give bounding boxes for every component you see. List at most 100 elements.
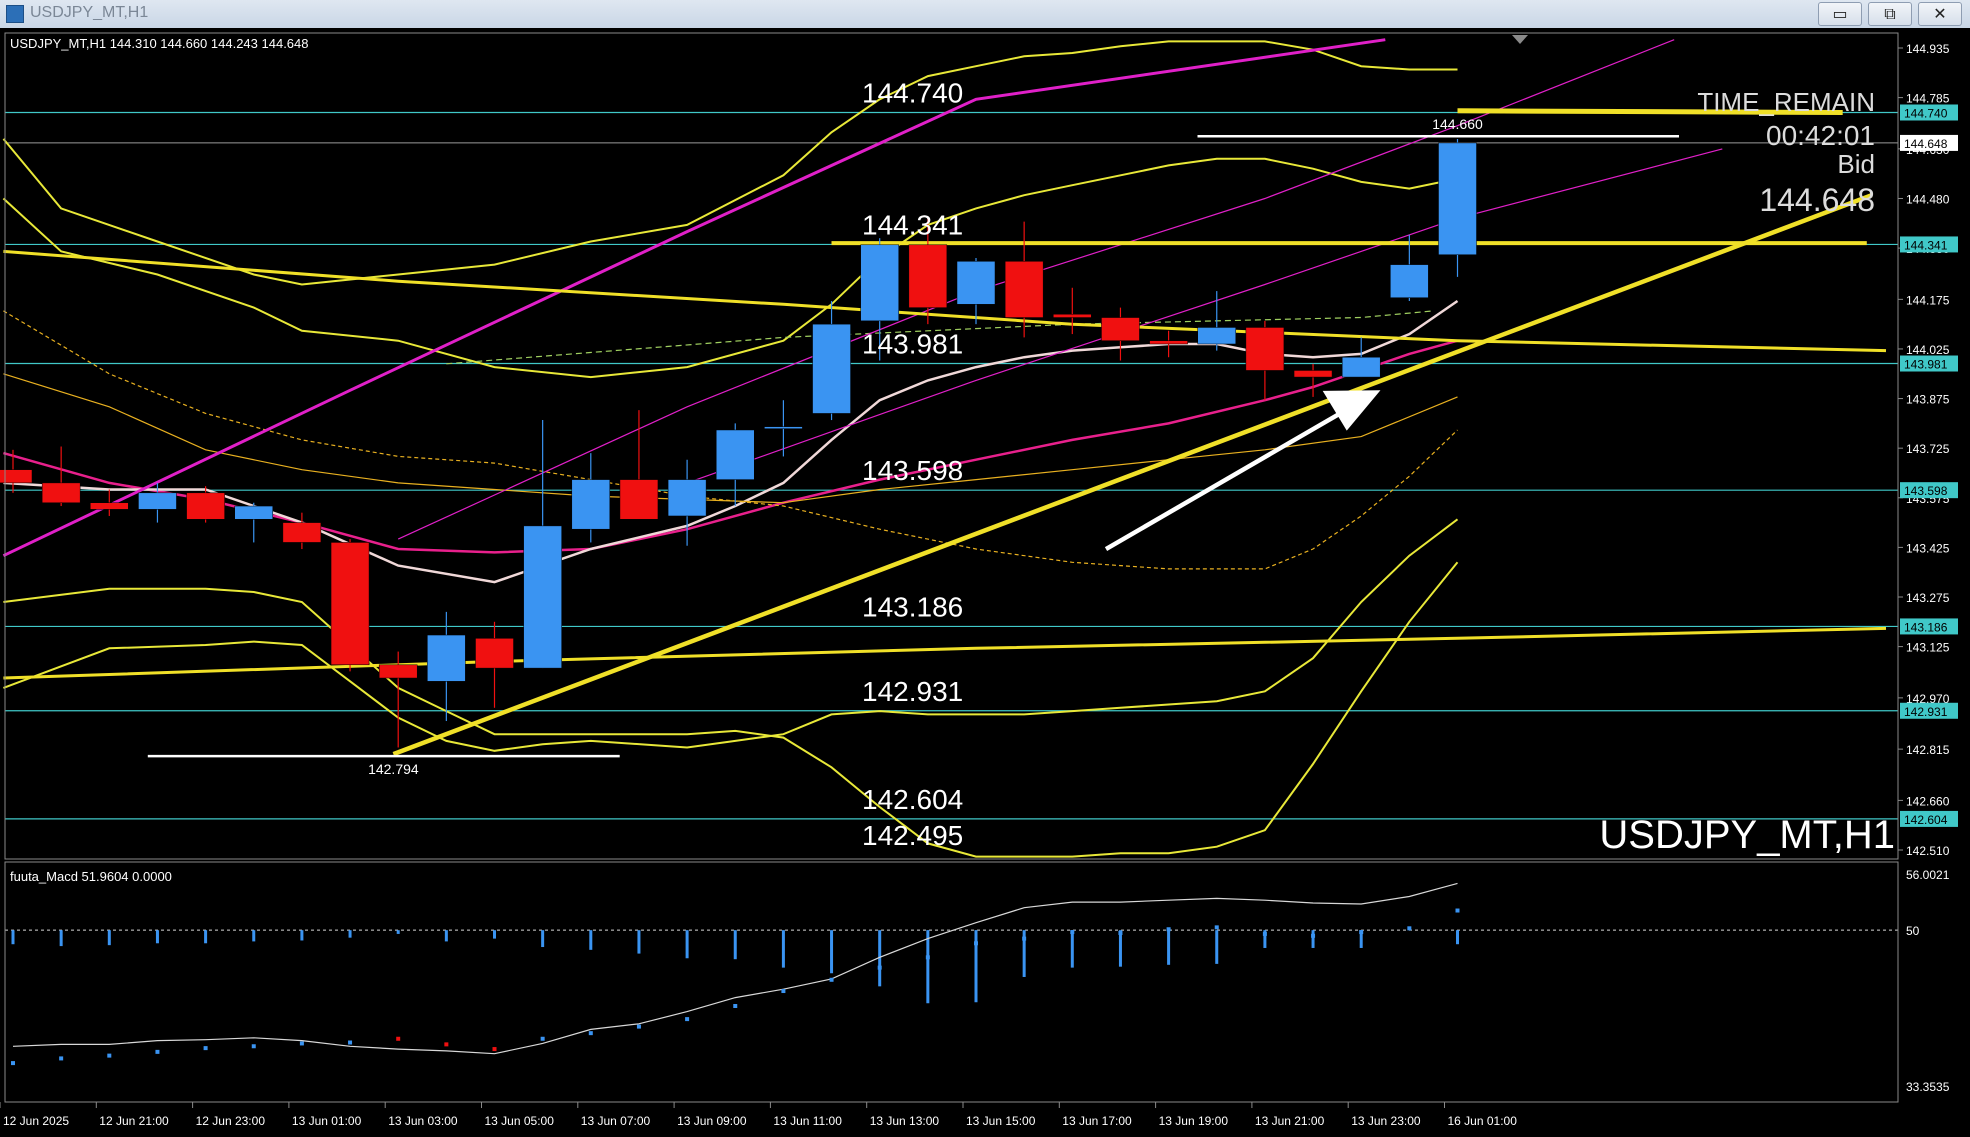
macd-dot <box>1022 936 1027 941</box>
candle-body <box>667 479 707 517</box>
macd-dot <box>925 955 930 960</box>
level-price-tag-text: 142.931 <box>1904 705 1948 719</box>
bid-value: 144.648 <box>1759 182 1875 218</box>
macd-dot <box>588 1031 593 1036</box>
macd-dot <box>1311 933 1316 938</box>
candle-body <box>956 261 996 305</box>
candle-body <box>908 244 948 308</box>
macd-dot <box>685 1017 690 1022</box>
candle-body <box>427 634 466 682</box>
candle-body <box>378 664 418 679</box>
macd-dot <box>540 1036 545 1041</box>
macd-dot <box>1455 908 1460 913</box>
candle-body <box>234 505 273 520</box>
level-price-tag: 143.981 <box>1900 355 1958 372</box>
level-label: 142.604 <box>862 784 963 815</box>
macd-dot <box>251 1044 256 1049</box>
minimize-button[interactable]: ▭ <box>1818 2 1862 26</box>
restore-button[interactable]: ⧉ <box>1868 2 1912 26</box>
candle-body <box>1101 317 1140 341</box>
level-price-tag: 142.931 <box>1900 702 1958 719</box>
macd-tick-label: 33.3535 <box>1906 1080 1950 1094</box>
current-price-tag-text: 144.648 <box>1904 137 1948 151</box>
macd-tick-label: 56.0021 <box>1906 868 1950 882</box>
candle-body <box>1149 340 1188 345</box>
candle-body <box>186 492 225 520</box>
candle-body <box>282 522 322 543</box>
level-price-tag-text: 144.341 <box>1904 238 1948 252</box>
candle-body <box>1438 142 1477 255</box>
title-bar: USDJPY_MT,H1 ▭ ⧉ ✕ <box>0 0 1970 29</box>
macd-dot <box>829 977 834 982</box>
level-label: 142.495 <box>862 820 963 851</box>
macd-dot <box>877 965 882 970</box>
price-tick-label: 143.425 <box>1906 541 1950 555</box>
window-title: USDJPY_MT,H1 <box>30 4 149 21</box>
candle-body <box>523 525 562 669</box>
chart-window-icon <box>6 5 24 23</box>
macd-dot <box>492 1047 497 1052</box>
level-price-tag: 143.186 <box>1900 618 1958 635</box>
time-tick-label: 13 Jun 15:00 <box>966 1114 1036 1128</box>
price-tick-label: 144.025 <box>1906 343 1950 357</box>
candle-body <box>1197 327 1236 345</box>
chart-area[interactable]: 144.740 144.341 143.981 143.598 143.186 142.9… <box>0 28 1970 1137</box>
candle-body <box>90 502 129 510</box>
level-price-tag-text: 142.604 <box>1904 813 1948 827</box>
time-tick-label: 12 Jun 23:00 <box>196 1114 266 1128</box>
price-tick-label: 143.875 <box>1906 393 1950 407</box>
macd-tick-label: 50 <box>1906 924 1920 938</box>
macd-dot <box>348 1040 353 1045</box>
candle-body <box>1053 313 1092 318</box>
level-price-tag: 142.604 <box>1900 810 1958 827</box>
level-price-tag-text: 143.981 <box>1904 358 1948 372</box>
macd-dot <box>974 941 978 946</box>
symbol-info: USDJPY_MT,H1 144.310 144.660 144.243 144… <box>10 36 309 51</box>
macd-dot <box>733 1004 738 1009</box>
candle <box>330 539 370 672</box>
price-tick-label: 142.815 <box>1906 743 1950 757</box>
macd-dot <box>11 1061 15 1066</box>
time-remain-label: TIME_REMAIN <box>1697 87 1875 117</box>
candle-body <box>1390 264 1429 298</box>
candle-body <box>41 482 81 503</box>
candle-body <box>1245 327 1285 371</box>
time-tick-label: 13 Jun 19:00 <box>1159 1114 1229 1128</box>
level-price-tag-text: 144.740 <box>1904 106 1948 120</box>
macd-dot <box>107 1053 112 1058</box>
time-tick-label: 13 Jun 17:00 <box>1062 1114 1132 1128</box>
macd-dot <box>1166 927 1171 932</box>
candle-body <box>812 323 851 414</box>
macd-dot <box>1070 930 1075 935</box>
high-price-annotation: 144.660 <box>1432 116 1483 132</box>
macd-dot <box>1214 925 1219 930</box>
time-tick-label: 12 Jun 21:00 <box>99 1114 169 1128</box>
macd-dot <box>1359 930 1364 935</box>
price-tick-label: 143.275 <box>1906 591 1950 605</box>
symbol-watermark: USDJPY_MT,H1 <box>1599 813 1895 857</box>
level-label: 144.740 <box>862 77 963 108</box>
candle-body <box>764 426 803 429</box>
time-tick-label: 13 Jun 09:00 <box>677 1114 747 1128</box>
time-tick-label: 13 Jun 13:00 <box>870 1114 940 1128</box>
close-button[interactable]: ✕ <box>1918 2 1962 26</box>
candle-body <box>716 429 755 480</box>
candle-body <box>1004 261 1044 318</box>
macd-dot <box>155 1049 160 1054</box>
time-tick-label: 16 Jun 01:00 <box>1448 1114 1518 1128</box>
time-tick-label: 13 Jun 01:00 <box>292 1114 362 1128</box>
level-price-tag: 143.598 <box>1900 482 1958 499</box>
candle-body <box>475 638 514 669</box>
current-price-tag: 144.648 <box>1900 134 1958 151</box>
price-tick-label: 143.725 <box>1906 442 1950 456</box>
macd-dot <box>444 1042 449 1047</box>
macd-dot <box>396 1036 401 1041</box>
price-tick-label: 144.175 <box>1906 293 1950 307</box>
macd-indicator-title: fuuta_Macd 51.9604 0.0000 <box>10 869 172 884</box>
macd-dot <box>299 1041 304 1046</box>
time-tick-label: 13 Jun 21:00 <box>1255 1114 1325 1128</box>
macd-dot <box>1118 930 1123 935</box>
price-tick-label: 142.510 <box>1906 844 1950 858</box>
price-tick-label: 144.935 <box>1906 42 1950 56</box>
level-price-tag-text: 143.598 <box>1904 484 1948 498</box>
